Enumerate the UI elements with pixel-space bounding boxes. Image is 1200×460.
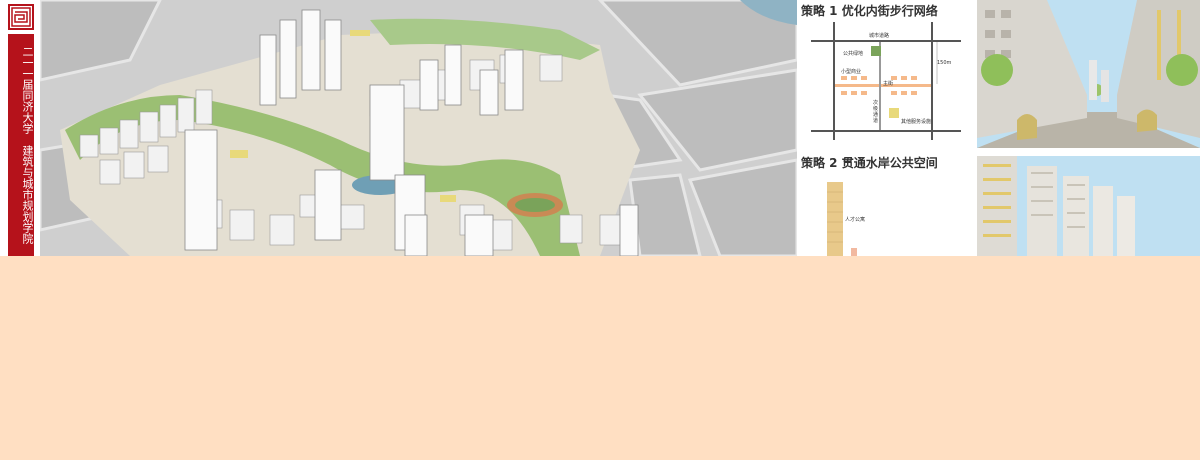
street-rendering-top-image [977,0,1200,148]
strategy1-title: 策略 1 优化内街步行网络 [801,4,938,18]
strategy2-title: 策略 2 贯通水岸公共空间 [801,156,938,170]
presentation-board: 二一一届同济大学 建筑与城市规划学院 策略 1 优化内街步行网络 城市道路 公共… [0,0,1200,256]
label-talent-apartment: 人才公寓 [845,217,866,223]
label-distance: 150m [937,60,952,66]
label-small-commercial: 小型商业 [841,69,862,75]
side-banner: 二一一届同济大学 建筑与城市规划学院 [0,0,40,256]
banner-vertical-text: 二一一届同济大学 建筑与城市规划学院 [21,46,34,244]
label-main-street: 主街 [883,81,894,87]
aerial-rendering-image [40,0,797,256]
label-secondary: 次级通道 [873,100,879,124]
strategy2-diagram: 人才公寓 [811,172,961,256]
strategy-panel: 策略 1 优化内街步行网络 城市道路 公共绿地 小型商业 主街 次级通道 其他服… [797,0,977,256]
label-public-green: 公共绿地 [843,51,864,57]
label-city-road: 城市道路 [869,33,890,39]
banner-red-strip: 二一一届同济大学 建筑与城市规划学院 [8,34,34,256]
strategy1-diagram: 城市道路 公共绿地 小型商业 主街 次级通道 其他服务设施 150m [811,22,961,140]
street-rendering-bottom-image [977,156,1200,256]
label-facility: 其他服务设施 [901,119,932,125]
school-logo-icon [8,4,34,30]
